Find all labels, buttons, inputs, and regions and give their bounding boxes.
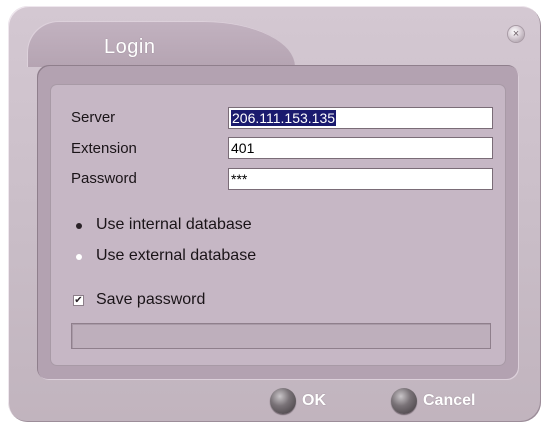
extension-value: 401: [231, 140, 255, 156]
ok-button[interactable]: OK: [270, 388, 326, 414]
password-value: ***: [231, 171, 248, 187]
check-icon: ✔: [74, 295, 83, 306]
cancel-button[interactable]: Cancel: [391, 388, 475, 414]
close-button[interactable]: ×: [508, 26, 524, 42]
radio-internal-database[interactable]: [76, 223, 82, 229]
ok-button-label: OK: [302, 392, 326, 409]
password-input[interactable]: ***: [228, 168, 493, 190]
close-icon: ×: [512, 27, 520, 40]
radio-external-database[interactable]: [76, 254, 82, 260]
cancel-button-label: Cancel: [423, 392, 476, 409]
save-password-label[interactable]: Save password: [96, 291, 205, 309]
server-input[interactable]: 206.111.153.135: [228, 107, 493, 129]
internal-database-label[interactable]: Use internal database: [96, 216, 252, 234]
extension-label: Extension: [71, 140, 137, 157]
external-database-label[interactable]: Use external database: [96, 247, 256, 265]
orb-icon: [270, 388, 296, 414]
status-bar: [71, 323, 491, 349]
save-password-checkbox[interactable]: ✔: [73, 295, 84, 306]
orb-icon: [391, 388, 417, 414]
extension-input[interactable]: 401: [228, 137, 493, 159]
server-label: Server: [71, 109, 116, 126]
server-value: 206.111.153.135: [231, 110, 337, 126]
password-label: Password: [71, 170, 137, 187]
dialog-title: Login: [104, 36, 156, 58]
